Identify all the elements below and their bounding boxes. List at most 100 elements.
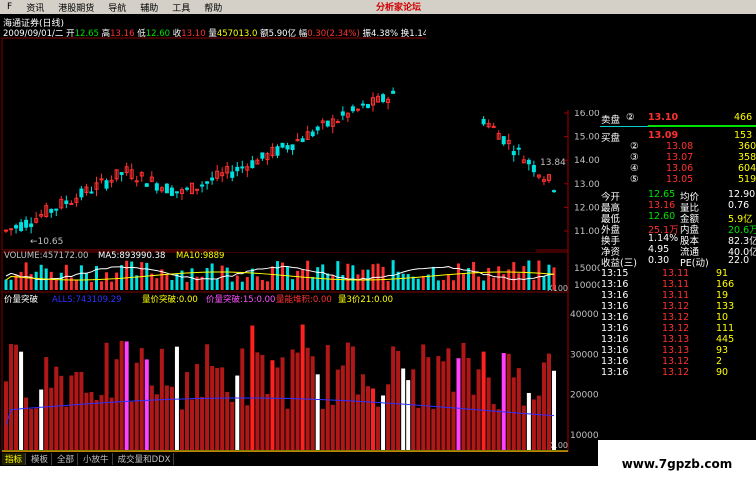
alls-label: ALLS:743109.29 (52, 295, 122, 305)
tick-row: 13:16 13.13 445 (600, 334, 756, 345)
candle-body (300, 138, 305, 143)
tick-row: 13:16 13.11 19 (600, 290, 756, 301)
volume-bar (270, 266, 274, 290)
volume: 457013.0 (216, 29, 258, 39)
volume-bar (275, 261, 279, 290)
volume-bar (351, 265, 355, 290)
indicator-bar (280, 357, 285, 450)
indicator-bar (275, 367, 280, 450)
stat-row: 外盘 25.1万 内盘 20.6万 (600, 222, 756, 236)
bid-num: ③ (630, 152, 639, 163)
indicator-bar (144, 359, 149, 450)
indicator-bar (391, 346, 396, 450)
menu-item-assist[interactable]: 辅助 (133, 1, 165, 14)
indicator-bar (446, 348, 451, 450)
candle-body (355, 108, 360, 111)
candle-body (230, 171, 235, 178)
candle-body (54, 208, 59, 211)
tick-vol: 93 (716, 345, 729, 356)
brand-link[interactable]: 分析家论坛 (376, 0, 421, 13)
price-axis-label: 14.00 (574, 156, 600, 166)
indicator-bar (149, 385, 154, 450)
volume-bar (79, 265, 83, 290)
indicator-bar (360, 374, 365, 450)
candle-body (169, 187, 174, 196)
indicator-bar (300, 324, 305, 450)
indicator-bar (350, 346, 355, 450)
menu-item-hk[interactable]: 港股期货 (51, 1, 101, 14)
stat-label: 收益(三) (601, 258, 637, 269)
volume-bar (64, 264, 68, 290)
indicator-3: 量能堆积:0.00 (276, 294, 332, 305)
volume-bar (155, 278, 159, 290)
stat-value: 22.0 (728, 255, 750, 266)
footer-tab[interactable]: 成交量和DDX (115, 453, 175, 465)
indicator-2: 价量突破:15:0.00 (206, 294, 275, 305)
candle-body (200, 184, 205, 187)
menu-file[interactable]: F (0, 2, 19, 12)
stat-row: 净资 4.95 流通 40.0亿 (600, 244, 756, 258)
volume-bar (482, 280, 486, 290)
volume-bar (260, 279, 264, 290)
indicator-bar (79, 371, 84, 450)
tick-price: 13.11 (662, 268, 690, 279)
indicator-bar (250, 325, 255, 450)
menu-item-help[interactable]: 帮助 (197, 1, 229, 14)
stat-row: 最高 13.16 量比 0.76 (600, 200, 756, 214)
indicator-bar (320, 408, 325, 450)
indicator-bar (174, 346, 179, 450)
price-axis-label: 15.00 (574, 133, 600, 143)
bid-vol: 604 (738, 163, 756, 174)
footer-tab[interactable]: 全部 (54, 453, 79, 465)
indicator-bar (471, 394, 476, 450)
candle-body (195, 188, 200, 191)
indicator-bar (84, 392, 89, 450)
indicator-bar (4, 381, 8, 450)
tick-price: 13.12 (662, 367, 690, 378)
price-axis-label: 11.00 (574, 227, 600, 237)
tick-vol: 166 (716, 279, 735, 290)
indicator-bar (220, 367, 225, 450)
candle-body (64, 200, 69, 205)
indicator-bar (235, 375, 240, 450)
candle-body (4, 229, 8, 232)
tick-time: 13:16 (601, 334, 629, 345)
bid-price: 13.06 (666, 163, 694, 174)
volume-bar (306, 260, 310, 290)
indicator-bar (64, 406, 69, 450)
volume-bar (406, 274, 410, 290)
indicator-bar (496, 409, 501, 450)
indicator-bar (240, 348, 245, 450)
footer-tab[interactable]: 模板 (28, 453, 53, 465)
watermark: www.7gpzb.com (598, 440, 756, 487)
indicator-bar (59, 375, 64, 450)
indicator-name: 价量突破 (4, 294, 39, 305)
indicator-bar (154, 394, 159, 450)
menu-item-tools[interactable]: 工具 (165, 1, 197, 14)
footer-tab[interactable]: 小放牛 (80, 453, 113, 465)
volume-bar (451, 280, 455, 290)
footer-tabs: 指标 模板 全部 小放牛 成交量和DDX (0, 452, 600, 466)
menu-item-nav[interactable]: 导航 (101, 1, 133, 14)
indicator-bar (456, 358, 461, 450)
indicator-bar (210, 366, 215, 450)
volume-bar (472, 261, 476, 290)
tick-price: 13.12 (662, 323, 690, 334)
bid-vol: 358 (738, 152, 756, 163)
volume-bar (74, 279, 78, 290)
date: 2009/09/01/二 (3, 29, 64, 39)
candle-body (174, 191, 179, 194)
indicator-bar (406, 380, 411, 450)
volume-bar (532, 279, 536, 290)
indicator-bar (190, 399, 195, 450)
stat-label: PE(动) (680, 258, 709, 269)
candle-body (154, 183, 159, 191)
indicator-bar (290, 349, 295, 450)
indicator-bar (501, 353, 506, 450)
indicator-bar (486, 377, 491, 450)
footer-tab[interactable]: 指标 (2, 453, 27, 465)
menu-item-news[interactable]: 资讯 (19, 1, 51, 14)
volume-bar (190, 268, 194, 290)
candle-body (184, 187, 189, 190)
volume-bar (69, 277, 73, 290)
